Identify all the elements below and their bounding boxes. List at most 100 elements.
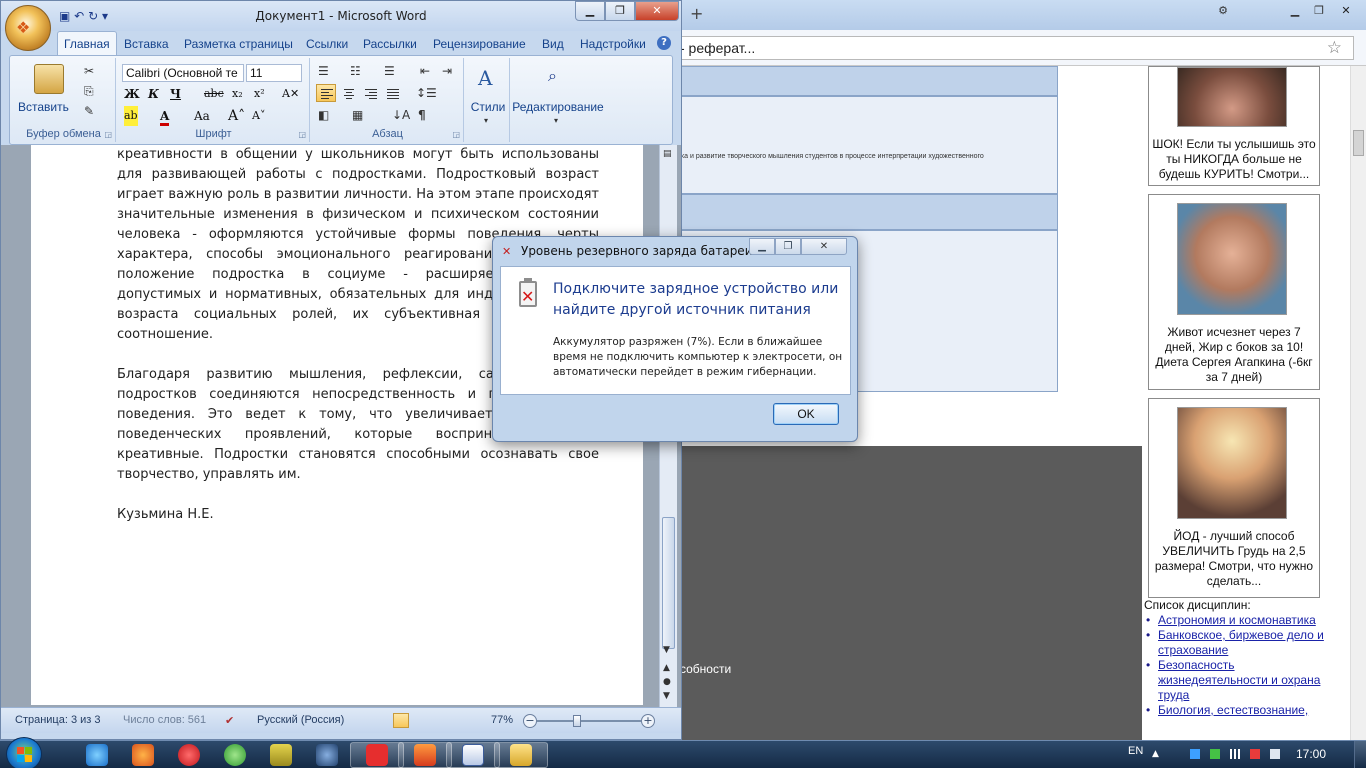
- maximize-button[interactable]: ❐: [605, 1, 635, 21]
- align-right-button[interactable]: [360, 84, 380, 102]
- list-item[interactable]: Астрономия и космонавтика: [1144, 613, 1344, 628]
- ad-image[interactable]: [1177, 67, 1287, 127]
- styles-group[interactable]: A Стили ▾: [466, 58, 510, 142]
- ad-block[interactable]: ЙОД - лучший способ УВЕЛИЧИТЬ Грудь на 2…: [1148, 398, 1320, 598]
- zoom-out-button[interactable]: −: [523, 714, 537, 728]
- save-icon[interactable]: ▣: [59, 9, 70, 23]
- styles-button[interactable]: Стили: [466, 100, 510, 114]
- qat-dropdown-icon[interactable]: ▾: [102, 9, 108, 23]
- superscript-button[interactable]: x²: [254, 84, 265, 104]
- network-icon[interactable]: [1230, 749, 1240, 759]
- list-item[interactable]: Безопасность жизнедеятельности и охрана …: [1144, 658, 1344, 703]
- taskbar-explorer[interactable]: [494, 742, 548, 768]
- tray-app-icon[interactable]: [1190, 749, 1200, 759]
- taskbar-app[interactable]: [398, 742, 452, 768]
- discipline-link[interactable]: Астрономия и космонавтика: [1158, 613, 1316, 627]
- zoom-slider[interactable]: [537, 720, 641, 722]
- discipline-link[interactable]: Безопасность жизнедеятельности и охрана …: [1158, 658, 1320, 702]
- office-button[interactable]: ❖: [5, 5, 51, 51]
- editing-button[interactable]: Редактирование: [512, 100, 604, 114]
- tray-expand-icon[interactable]: ▲: [1152, 749, 1162, 759]
- language-indicator[interactable]: Русский (Россия): [257, 714, 344, 726]
- ruler-toggle-icon[interactable]: ▤: [663, 149, 672, 159]
- taskbar-yandex-browser[interactable]: [350, 742, 404, 768]
- dialog-launcher-icon[interactable]: ◲: [452, 130, 460, 139]
- zoom-in-button[interactable]: +: [641, 714, 655, 728]
- browser-scrollbar[interactable]: [1350, 66, 1366, 740]
- highlight-button[interactable]: ab: [124, 106, 138, 126]
- ad-caption[interactable]: ШОК! Если ты услышишь это ты НИКОГДА бол…: [1151, 137, 1317, 182]
- numbering-icon[interactable]: ☷: [350, 64, 361, 78]
- start-button[interactable]: [6, 737, 42, 768]
- bookmark-star-icon[interactable]: ☆: [1327, 38, 1342, 58]
- font-size-select[interactable]: 11: [246, 64, 302, 82]
- show-desktop-button[interactable]: [1354, 741, 1366, 768]
- help-icon[interactable]: ?: [657, 36, 671, 50]
- zoom-slider-handle[interactable]: [573, 715, 581, 727]
- print-layout-view-button[interactable]: [393, 713, 409, 728]
- italic-button[interactable]: К: [148, 84, 159, 104]
- ad-image[interactable]: [1177, 407, 1287, 519]
- address-text[interactable]: - реферат...: [680, 40, 755, 56]
- chevron-down-icon[interactable]: ▾: [484, 116, 488, 125]
- tab-mailings[interactable]: Рассылки: [363, 37, 417, 51]
- font-name-select[interactable]: Calibri (Основной те: [122, 64, 244, 82]
- ad-caption[interactable]: ЙОД - лучший способ УВЕЛИЧИТЬ Грудь на 2…: [1151, 529, 1317, 589]
- borders-icon[interactable]: ▦: [352, 108, 363, 122]
- discipline-link[interactable]: Банковское, биржевое дело и страхование: [1158, 628, 1324, 657]
- close-button[interactable]: ✕: [635, 1, 679, 21]
- discipline-link[interactable]: Биология, естествознание,: [1158, 703, 1308, 717]
- browse-object-icon[interactable]: ●: [663, 677, 671, 687]
- paste-button[interactable]: Вставить: [18, 100, 69, 114]
- tray-update-icon[interactable]: [1210, 749, 1220, 759]
- ok-button[interactable]: OK: [773, 403, 839, 425]
- ad-block[interactable]: ШОК! Если ты услышишь это ты НИКОГДА бол…: [1148, 66, 1320, 186]
- utorrent-icon[interactable]: [224, 744, 246, 766]
- document-snippet[interactable]: ика и развитие творческого мышления студ…: [677, 153, 984, 160]
- taskbar-word[interactable]: [446, 742, 500, 768]
- volume-icon[interactable]: [1270, 749, 1280, 759]
- dialog-minimize-button[interactable]: ▁: [749, 238, 775, 255]
- tab-review[interactable]: Рецензирование: [433, 37, 526, 51]
- dialog-close-button[interactable]: ✕: [801, 238, 847, 255]
- tab-references[interactable]: Ссылки: [306, 37, 348, 51]
- ad-block[interactable]: Живот исчезнет через 7 дней, Жир с боков…: [1148, 194, 1320, 390]
- align-center-button[interactable]: [338, 84, 358, 102]
- grow-font-button[interactable]: A˄: [228, 106, 245, 126]
- dialog-launcher-icon[interactable]: ◲: [298, 130, 306, 139]
- ad-caption[interactable]: Живот исчезнет через 7 дней, Жир с боков…: [1151, 325, 1317, 385]
- styles-icon[interactable]: A: [478, 66, 492, 90]
- new-tab-icon[interactable]: +: [690, 4, 703, 23]
- media-player-icon[interactable]: [316, 744, 338, 766]
- shrink-font-button[interactable]: A˅: [252, 106, 265, 126]
- clear-format-icon[interactable]: A✕: [282, 84, 299, 104]
- firefox-icon[interactable]: [132, 744, 154, 766]
- line-spacing-icon[interactable]: ↕☰: [416, 86, 437, 100]
- address-input[interactable]: [664, 36, 1354, 60]
- binoculars-icon[interactable]: ⌕: [548, 66, 557, 86]
- fullscreen-reading-view-button[interactable]: [411, 713, 427, 728]
- next-page-icon[interactable]: ▼: [663, 691, 670, 701]
- language-indicator[interactable]: EN: [1128, 745, 1143, 757]
- increase-indent-icon[interactable]: ⇥: [442, 64, 452, 78]
- strikethrough-button[interactable]: abc: [204, 84, 224, 104]
- page-indicator[interactable]: Страница: 3 из 3: [15, 714, 101, 726]
- list-item[interactable]: Биология, естествознание,: [1144, 703, 1344, 718]
- scrollbar-thumb[interactable]: [662, 517, 675, 649]
- list-item[interactable]: Банковское, биржевое дело и страхование: [1144, 628, 1344, 658]
- minimize-button[interactable]: ▁: [575, 1, 605, 21]
- font-color-button[interactable]: A: [160, 106, 170, 126]
- paste-icon[interactable]: [34, 64, 64, 94]
- tab-view[interactable]: Вид: [542, 37, 564, 51]
- redo-icon[interactable]: ↻: [88, 9, 98, 23]
- browser-close-button[interactable]: ✕: [1332, 2, 1360, 20]
- tab-insert[interactable]: Вставка: [124, 37, 169, 51]
- subscript-button[interactable]: x₂: [232, 84, 243, 104]
- quick-access-toolbar[interactable]: ▣ ↶ ↻ ▾: [59, 9, 108, 23]
- signature[interactable]: Кузьмина Н.Е.: [117, 505, 599, 525]
- dialog-launcher-icon[interactable]: ◲: [104, 130, 112, 139]
- bottom-link-text[interactable]: собности: [680, 662, 731, 676]
- tool-icon[interactable]: [270, 744, 292, 766]
- prev-page-icon[interactable]: ▲: [663, 663, 670, 673]
- outline-view-button[interactable]: [447, 713, 463, 728]
